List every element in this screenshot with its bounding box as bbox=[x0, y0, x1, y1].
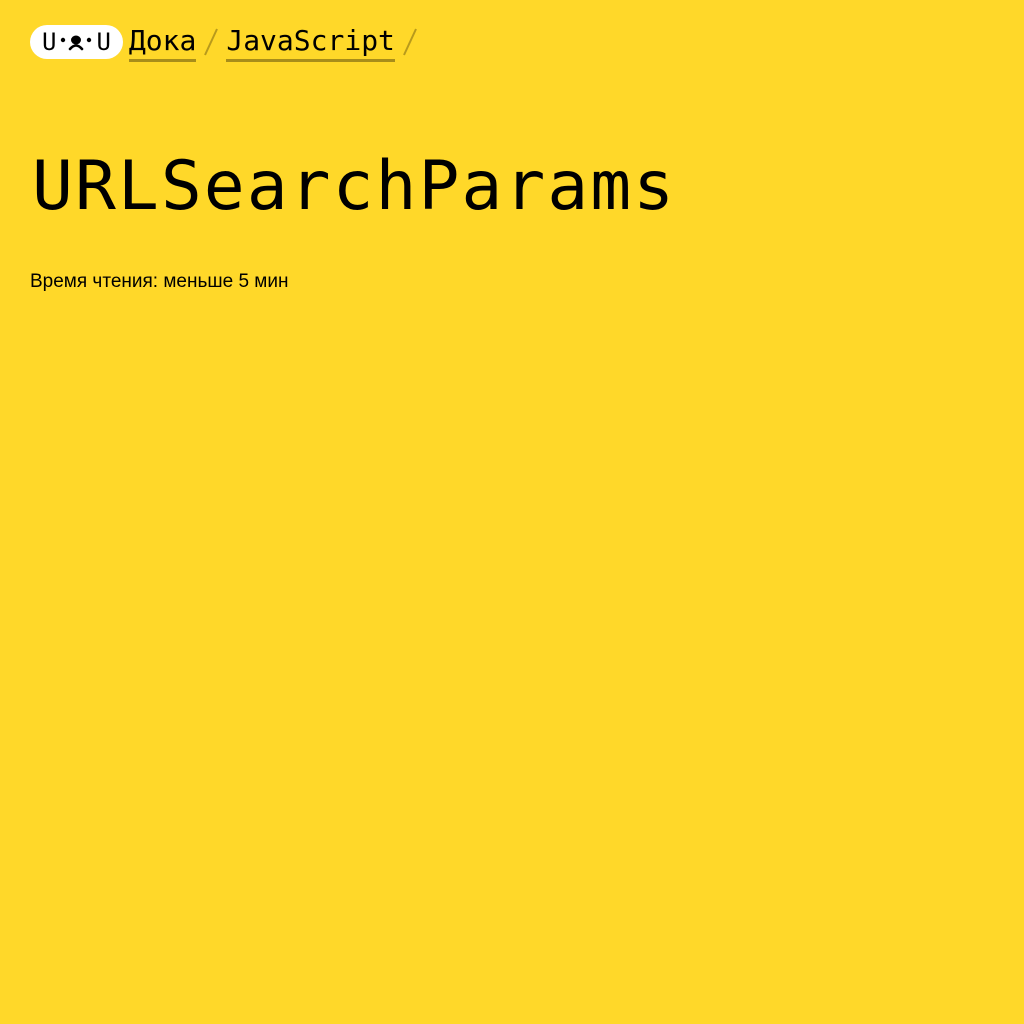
logo-left-glyph: U bbox=[42, 28, 57, 56]
doka-face-icon bbox=[60, 32, 92, 52]
slash-separator-icon bbox=[402, 27, 418, 57]
breadcrumb-javascript[interactable]: JavaScript bbox=[226, 23, 395, 62]
slash-separator-icon bbox=[203, 27, 219, 57]
logo-right-glyph: U bbox=[96, 28, 111, 56]
reading-time: Время чтения: меньше 5 мин bbox=[30, 271, 289, 292]
logo-link[interactable]: U U bbox=[30, 25, 123, 59]
site-header: U U Дока JavaScript bbox=[30, 22, 425, 62]
breadcrumb-doka[interactable]: Дока bbox=[128, 23, 197, 62]
page-title: URLSearchParams bbox=[32, 147, 677, 226]
